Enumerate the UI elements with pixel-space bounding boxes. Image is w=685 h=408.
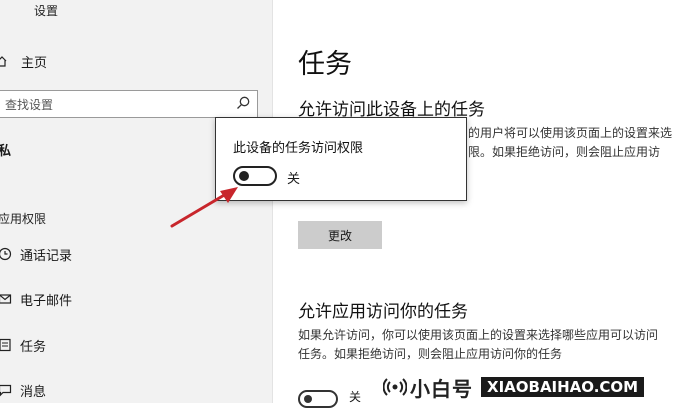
sidebar-item-email[interactable]: 电子邮件	[0, 286, 72, 312]
sidebar-item-label: 消息	[20, 384, 47, 400]
search-icon[interactable]	[235, 95, 251, 111]
section-desc-app-access-line2: 任务。如果拒绝访问，则会阻止应用访问你的任务	[298, 347, 563, 361]
section-desc-device-access-line1: 的用户将可以使用该页面上的设置来选	[468, 126, 673, 140]
device-task-access-toggle-state: 关	[287, 172, 301, 187]
email-icon	[0, 294, 12, 304]
section-desc-device-access-line2: 限。如果拒绝访问，则会阻止应用访	[468, 145, 661, 159]
section-heading-app-access: 允许应用访问你的任务	[298, 302, 468, 322]
watermark-logo-domain: XIAOBAIHAO.COM	[481, 377, 645, 397]
section-desc-app-access-line1: 如果允许访问，你可以使用该页面上的设置来选择哪些应用可以访问	[298, 328, 659, 342]
task-access-dialog: 此设备的任务访问权限 关	[215, 117, 467, 201]
sidebar-item-label: 任务	[20, 339, 47, 355]
search-input[interactable]: 查找设置	[5, 96, 53, 113]
change-button[interactable]: 更改	[298, 221, 382, 249]
app-title: 设置	[34, 4, 59, 18]
call-history-icon	[0, 247, 12, 261]
home-icon	[0, 56, 7, 67]
annotation-arrow-icon	[170, 187, 238, 228]
tasks-icon	[0, 338, 11, 352]
sidebar-item-label: 主页	[21, 55, 48, 71]
sidebar-item-call-history[interactable]: 通话记录	[0, 241, 72, 267]
message-icon	[0, 384, 12, 397]
watermark-logo: 小白号 XIAOBAIHAO.COM	[379, 375, 681, 401]
section-app-permissions: 应用权限	[0, 212, 47, 226]
app-access-toggle[interactable]	[298, 390, 338, 408]
page-title: 任务	[298, 49, 352, 80]
broadcast-icon	[383, 378, 407, 396]
sidebar-item-label: 电子邮件	[20, 293, 73, 309]
toggle-knob	[304, 395, 312, 403]
section-privacy: 私	[0, 144, 12, 159]
sidebar-item-tasks[interactable]: 任务	[0, 332, 46, 358]
main-content: 任务 允许访问此设备上的任务 的用户将可以使用该页面上的设置来选 限。如果拒绝访…	[273, 0, 685, 408]
dialog-title: 此设备的任务访问权限	[233, 141, 364, 156]
sidebar-item-messages[interactable]: 消息	[0, 377, 46, 403]
sidebar-item-home[interactable]: 主页	[0, 47, 47, 75]
app-access-toggle-state: 关	[349, 390, 362, 404]
search-box[interactable]: 查找设置	[0, 90, 258, 118]
section-desc-app-access: 如果允许访问，你可以使用该页面上的设置来选择哪些应用可以访问 任务。如果拒绝访问…	[298, 326, 685, 366]
watermark-logo-text: 小白号	[410, 376, 473, 401]
sidebar-item-label: 通话记录	[20, 248, 73, 264]
